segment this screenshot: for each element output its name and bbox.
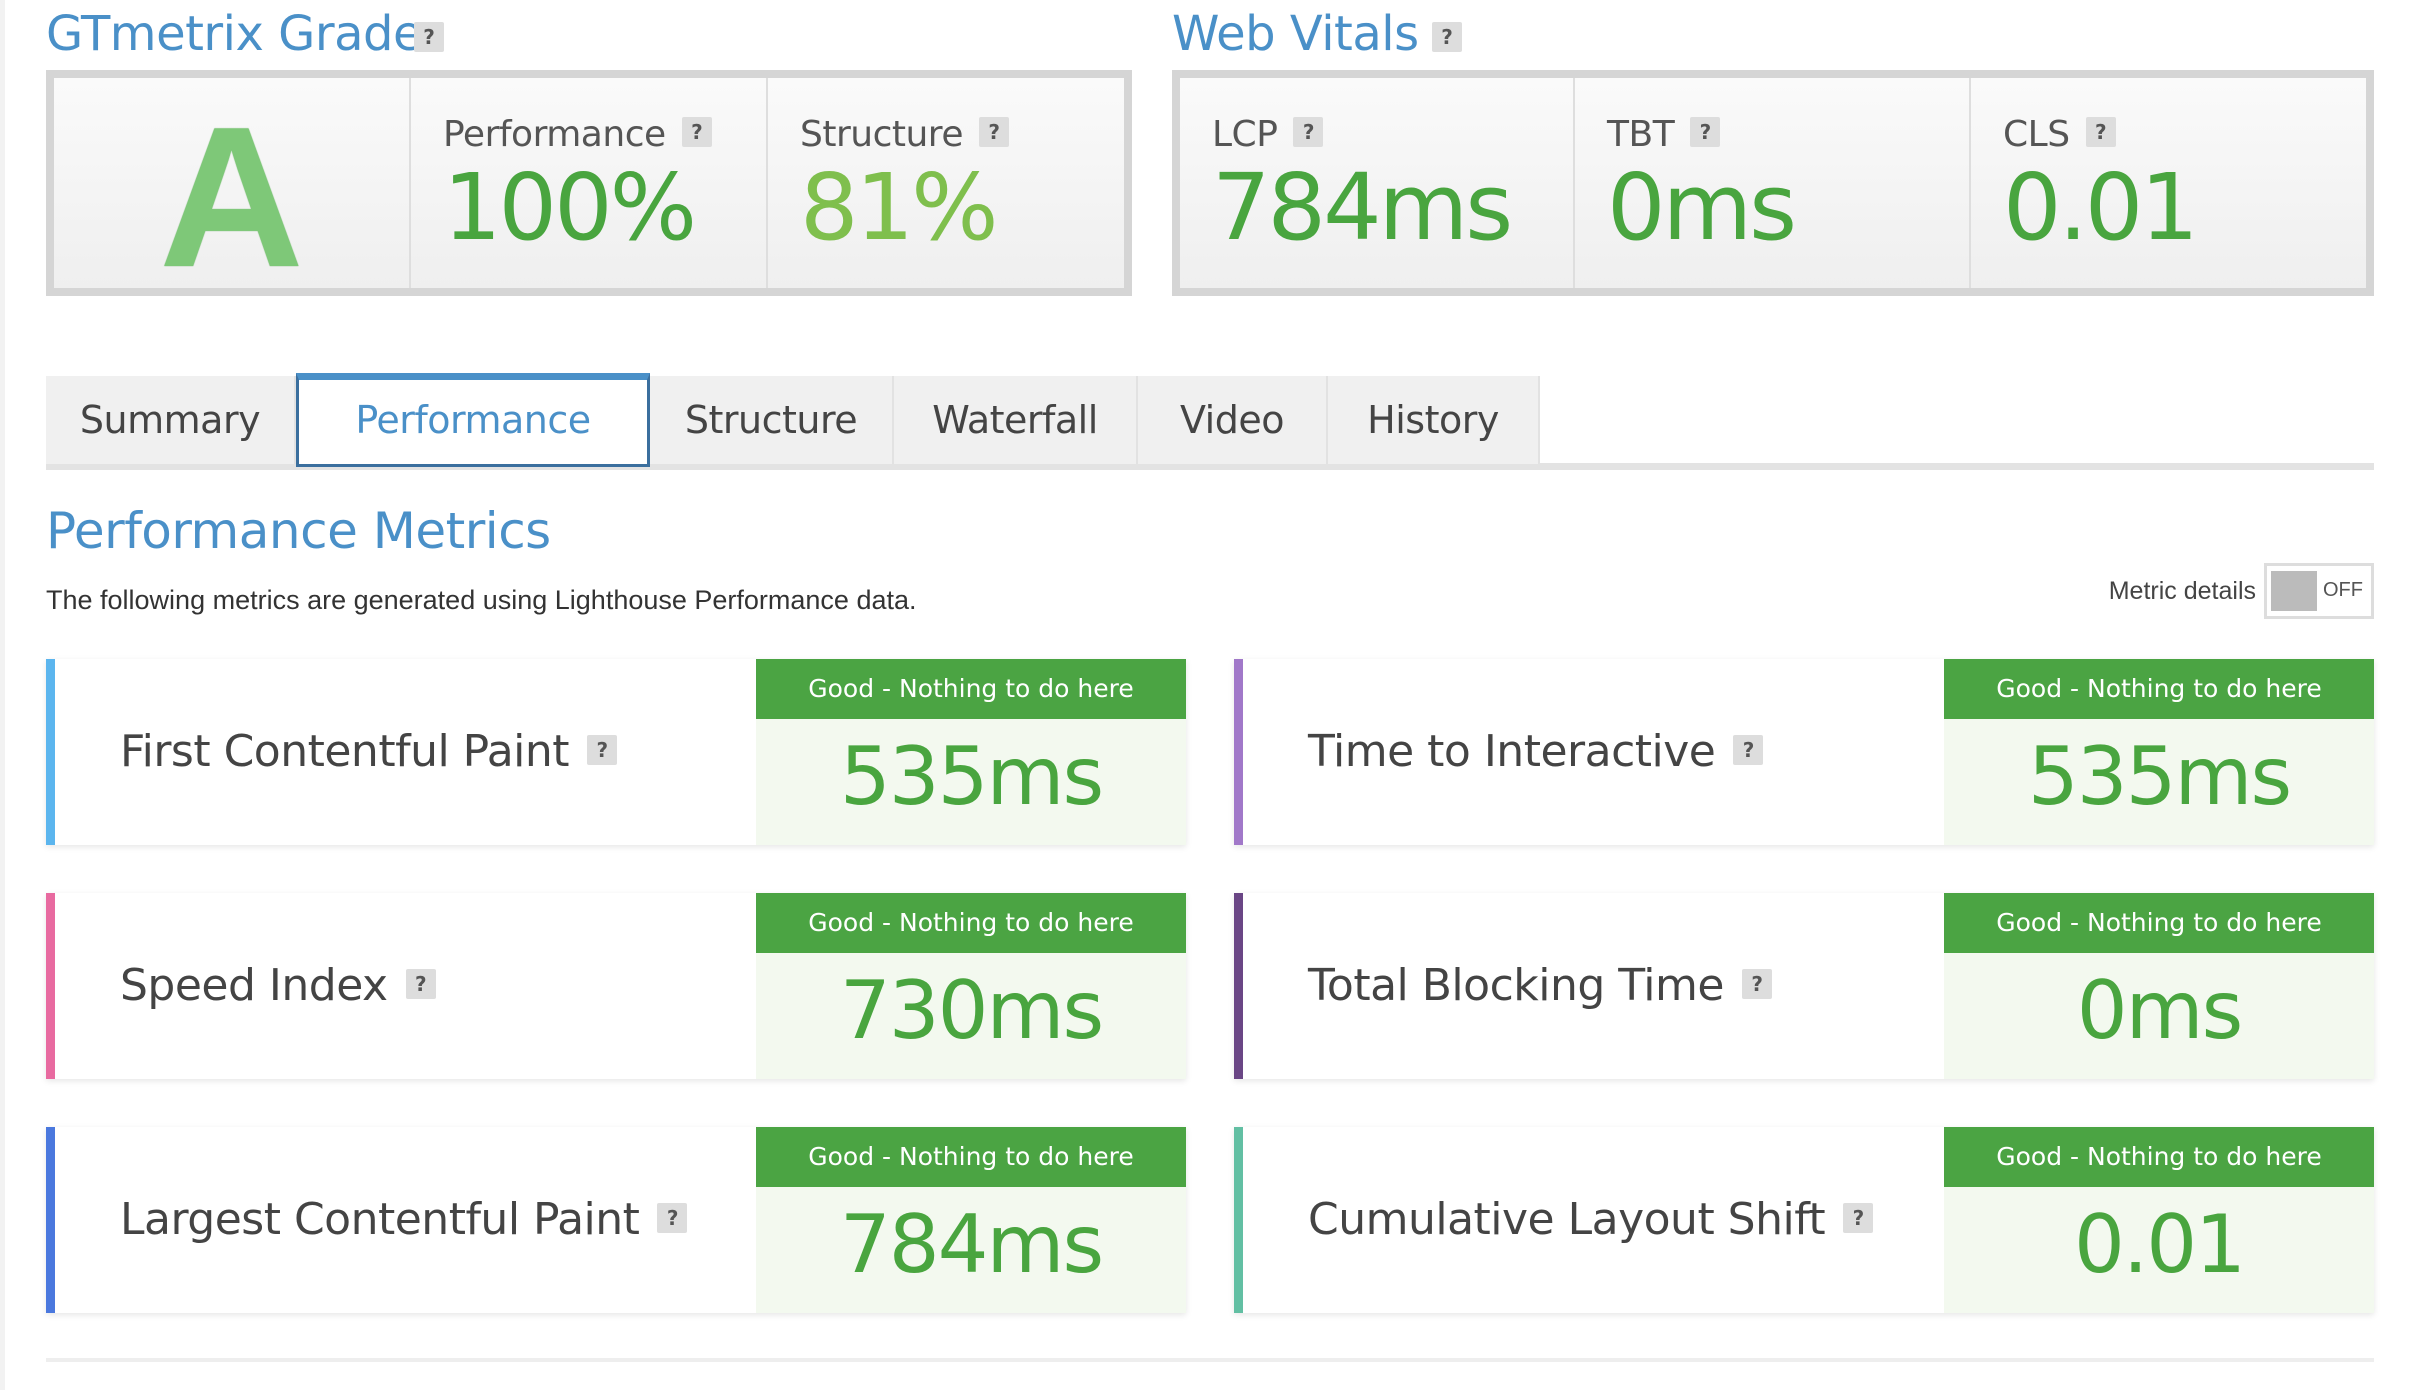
toggle-knob <box>2271 571 2317 611</box>
tbt-label: TBT <box>1607 114 1675 155</box>
tab-history[interactable]: History <box>1328 376 1540 464</box>
tbt-cell: TBT? 0ms <box>1575 78 1971 288</box>
metric-name: Largest Contentful Paint <box>120 1194 640 1245</box>
metric-status: Good - Nothing to do here <box>756 893 1186 953</box>
metric-help-icon[interactable]: ? <box>405 969 436 999</box>
metric-name: Time to Interactive <box>1308 726 1716 777</box>
metric-name: Cumulative Layout Shift <box>1308 1194 1826 1245</box>
metric-value-box: 784ms <box>756 1187 1186 1313</box>
metric-details-toggle-wrap: Metric details OFF <box>2109 563 2374 619</box>
metric-value: 535ms <box>839 730 1104 823</box>
lcp-label: LCP <box>1212 114 1278 155</box>
web-vitals-help-icon[interactable]: ? <box>1432 22 1462 52</box>
performance-label-wrap: Performance? <box>443 114 712 155</box>
structure-cell: Structure? 81% <box>768 78 1124 288</box>
report-tabs: Summary Performance Structure Waterfall … <box>46 373 2374 471</box>
metric-value-box: 0.01 <box>1944 1187 2374 1313</box>
metric-card-cumulative-layout-shift: Cumulative Layout Shift? Good - Nothing … <box>1234 1127 2374 1313</box>
structure-value: 81% <box>800 154 998 261</box>
metric-value: 730ms <box>839 964 1104 1057</box>
metric-status: Good - Nothing to do here <box>1944 893 2374 953</box>
metric-name-wrap: Total Blocking Time? <box>1308 893 1772 1079</box>
metric-name: Speed Index <box>120 960 388 1011</box>
tbt-label-wrap: TBT? <box>1607 114 1721 155</box>
metric-color-bar <box>46 893 55 1079</box>
metric-color-bar <box>1234 659 1243 845</box>
metric-value-box: 0ms <box>1944 953 2374 1079</box>
structure-label: Structure <box>800 114 963 155</box>
performance-label: Performance <box>443 114 666 155</box>
page: GTmetrix Grade ? A Performance? 100% Str… <box>0 0 2428 1390</box>
structure-label-wrap: Structure? <box>800 114 1009 155</box>
metric-name-wrap: Time to Interactive? <box>1308 659 1764 845</box>
cls-help-icon[interactable]: ? <box>2085 117 2116 147</box>
grade-letter: A <box>159 86 304 309</box>
metric-status: Good - Nothing to do here <box>1944 659 2374 719</box>
performance-cell: Performance? 100% <box>411 78 768 288</box>
tab-structure[interactable]: Structure <box>650 376 894 464</box>
metric-status: Good - Nothing to do here <box>1944 1127 2374 1187</box>
web-vitals-title: Web Vitals <box>1172 6 1419 62</box>
metric-help-icon[interactable]: ? <box>587 735 618 765</box>
cls-label-wrap: CLS? <box>2003 114 2116 155</box>
metric-name: First Contentful Paint <box>120 726 570 777</box>
metric-help-icon[interactable]: ? <box>1733 735 1764 765</box>
tab-summary[interactable]: Summary <box>46 376 296 464</box>
metric-color-bar <box>46 1127 55 1313</box>
metric-details-toggle[interactable]: OFF <box>2264 563 2374 619</box>
cls-cell: CLS? 0.01 <box>1971 78 2366 288</box>
performance-metrics-description: The following metrics are generated usin… <box>46 585 917 615</box>
metric-name: Total Blocking Time <box>1308 960 1724 1011</box>
metric-card-first-contentful-paint: First Contentful Paint? Good - Nothing t… <box>46 659 1186 845</box>
gtmetrix-grade-help-icon[interactable]: ? <box>414 22 444 52</box>
metric-status: Good - Nothing to do here <box>756 1127 1186 1187</box>
metric-help-icon[interactable]: ? <box>1741 969 1772 999</box>
grade-cell: A <box>54 78 411 298</box>
tbt-value: 0ms <box>1607 154 1797 261</box>
lcp-value: 784ms <box>1212 154 1513 261</box>
lcp-help-icon[interactable]: ? <box>1293 117 1324 147</box>
bottom-divider <box>46 1358 2374 1362</box>
metric-value-box: 535ms <box>1944 719 2374 845</box>
structure-help-icon[interactable]: ? <box>978 117 1009 147</box>
metric-name-wrap: Speed Index? <box>120 893 436 1079</box>
gtmetrix-grade-title: GTmetrix Grade <box>46 6 423 62</box>
metric-value: 0.01 <box>2073 1198 2246 1291</box>
performance-help-icon[interactable]: ? <box>681 117 712 147</box>
metric-color-bar <box>46 659 55 845</box>
performance-metrics-title: Performance Metrics <box>46 502 551 560</box>
grade-panel: A Performance? 100% Structure? 81% <box>46 70 1132 298</box>
performance-value: 100% <box>443 154 697 261</box>
metric-value: 535ms <box>2027 730 2292 823</box>
tab-performance[interactable]: Performance <box>296 373 650 467</box>
tbt-help-icon[interactable]: ? <box>1690 117 1721 147</box>
cls-label: CLS <box>2003 114 2070 155</box>
metric-status: Good - Nothing to do here <box>756 659 1186 719</box>
metric-card-time-to-interactive: Time to Interactive? Good - Nothing to d… <box>1234 659 2374 845</box>
metric-color-bar <box>1234 893 1243 1079</box>
metric-details-label: Metric details <box>2108 576 2256 605</box>
lcp-cell: LCP? 784ms <box>1180 78 1575 288</box>
metric-name-wrap: First Contentful Paint? <box>120 659 618 845</box>
lcp-label-wrap: LCP? <box>1212 114 1324 155</box>
metric-value-box: 730ms <box>756 953 1186 1079</box>
metric-name-wrap: Largest Contentful Paint? <box>120 1127 688 1313</box>
metric-help-icon[interactable]: ? <box>1843 1203 1874 1233</box>
metric-name-wrap: Cumulative Layout Shift? <box>1308 1127 1874 1313</box>
web-vitals-panel: LCP? 784ms TBT? 0ms CLS? 0.01 <box>1172 70 2374 296</box>
left-divider <box>0 0 5 1390</box>
metric-card-total-blocking-time: Total Blocking Time? Good - Nothing to d… <box>1234 893 2374 1079</box>
metric-value: 0ms <box>2076 964 2244 1057</box>
metric-card-speed-index: Speed Index? Good - Nothing to do here 7… <box>46 893 1186 1079</box>
metric-value-box: 535ms <box>756 719 1186 845</box>
toggle-state: OFF <box>2323 579 2363 601</box>
metric-card-largest-contentful-paint: Largest Contentful Paint? Good - Nothing… <box>46 1127 1186 1313</box>
metric-help-icon[interactable]: ? <box>657 1203 688 1233</box>
tab-waterfall[interactable]: Waterfall <box>894 376 1138 464</box>
metric-value: 784ms <box>839 1198 1104 1291</box>
tab-video[interactable]: Video <box>1138 376 1328 464</box>
cls-value: 0.01 <box>2003 154 2199 261</box>
metric-color-bar <box>1234 1127 1243 1313</box>
